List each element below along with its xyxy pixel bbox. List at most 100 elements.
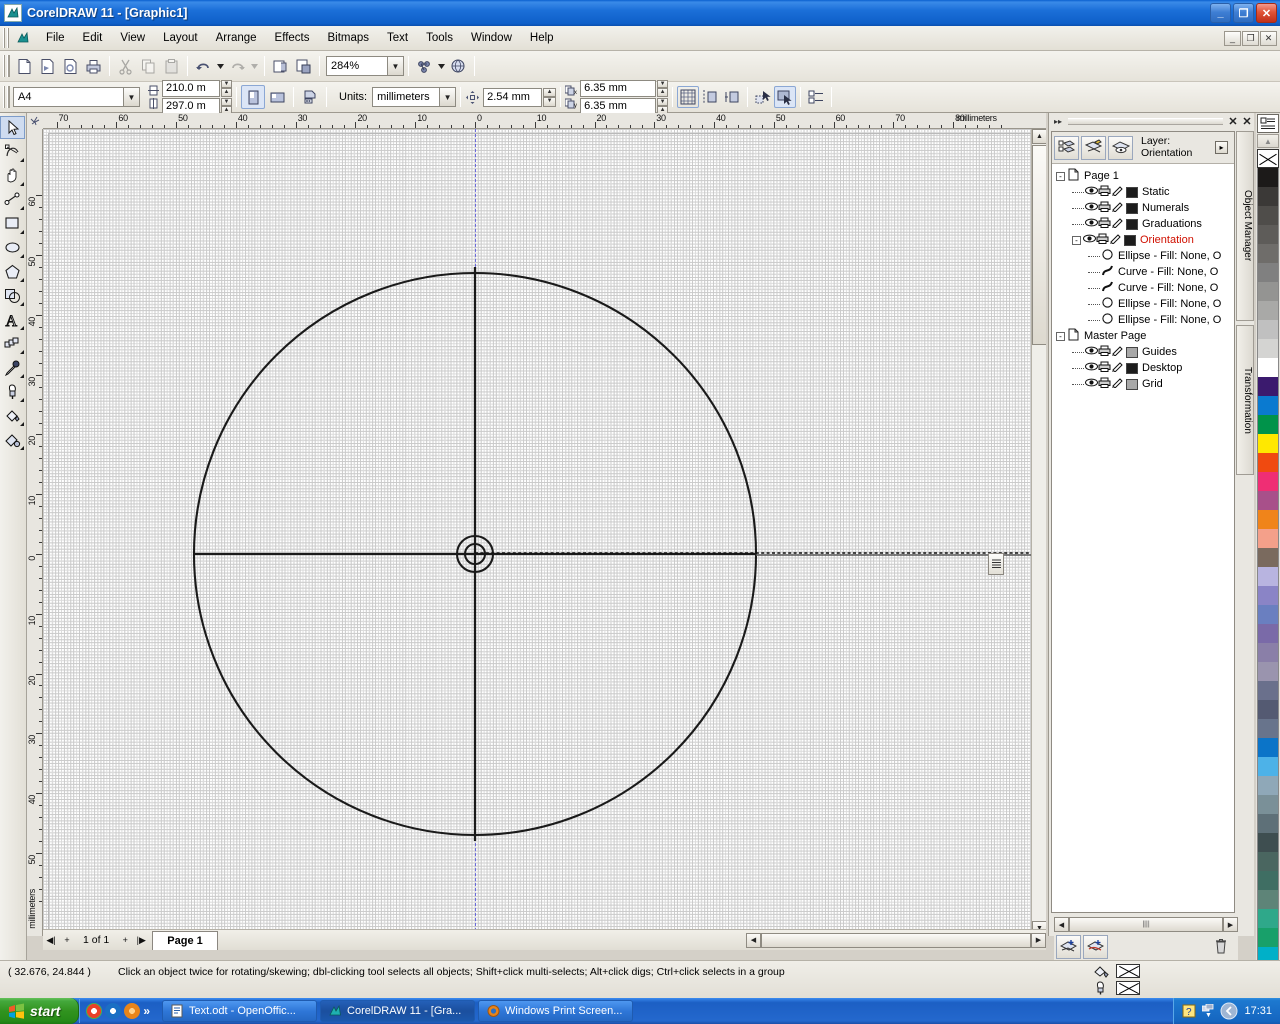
palette-color-swatch[interactable] <box>1257 453 1279 472</box>
palette-color-swatch[interactable] <box>1257 605 1279 624</box>
taskbar-item-text-odt[interactable]: Text.odt - OpenOffic... <box>162 1000 317 1022</box>
paper-width-spinner[interactable]: ▼▲ <box>221 80 232 97</box>
palette-color-swatch[interactable] <box>1257 586 1279 605</box>
units-combo[interactable]: millimeters ▼ <box>372 87 456 107</box>
network-tray-icon[interactable]: ▼ <box>1202 1004 1214 1019</box>
paste-button[interactable] <box>160 55 183 78</box>
insert-page-after-button[interactable]: + <box>117 933 133 948</box>
layer-editable-icon[interactable] <box>1109 233 1122 247</box>
delete-layer-button[interactable] <box>1214 938 1228 957</box>
layer-editable-icon[interactable] <box>1111 217 1124 231</box>
docker-tab-transformation[interactable]: Transformation <box>1236 325 1254 475</box>
horizontal-ruler[interactable]: 7060504030201001020304050607080millimete… <box>27 113 1046 129</box>
firefox-quicklaunch-icon[interactable] <box>124 1003 140 1019</box>
menu-item-window[interactable]: Window <box>462 29 521 47</box>
corel-online-button[interactable] <box>447 55 470 78</box>
layer-color-swatch[interactable] <box>1126 219 1138 230</box>
eyedropper-tool-flyout-arrow[interactable] <box>20 374 24 378</box>
layer-visible-icon[interactable] <box>1083 233 1096 247</box>
taskbar-item-print-screen[interactable]: Windows Print Screen... <box>478 1000 633 1022</box>
palette-color-swatch[interactable] <box>1257 187 1279 206</box>
import-button[interactable] <box>269 55 292 78</box>
ellipse-tool[interactable] <box>0 236 25 259</box>
shape-tool-flyout-arrow[interactable] <box>20 158 24 162</box>
palette-color-swatch[interactable] <box>1257 719 1279 738</box>
docker-tab-object-manager[interactable]: Object Manager <box>1236 131 1254 321</box>
interactive-blend-tool[interactable] <box>0 332 25 355</box>
palette-color-swatch[interactable] <box>1257 320 1279 339</box>
insert-page-before-button[interactable]: + <box>59 933 75 948</box>
tree-expander[interactable]: - <box>1072 236 1081 245</box>
docker-close-button[interactable]: ✕ <box>1240 115 1254 129</box>
rectangle-tool-flyout-arrow[interactable] <box>20 230 24 234</box>
polygon-tool-flyout-arrow[interactable] <box>20 278 24 282</box>
document-close-button[interactable]: ✕ <box>1260 31 1277 46</box>
help-tray-icon[interactable]: ? <box>1182 1004 1196 1018</box>
menu-item-help[interactable]: Help <box>521 29 563 47</box>
layer-visible-icon[interactable] <box>1085 217 1098 231</box>
menu-item-effects[interactable]: Effects <box>266 29 319 47</box>
basic-shapes-tool-flyout-arrow[interactable] <box>20 302 24 306</box>
layer-manager-view-button[interactable] <box>1108 136 1133 160</box>
palette-color-swatch[interactable] <box>1257 510 1279 529</box>
object-manager-row[interactable]: Ellipse - Fill: None, O <box>1056 312 1234 328</box>
taskbar-item-coreldraw[interactable]: CorelDRAW 11 - [Gra... <box>320 1000 475 1022</box>
layer-editable-icon[interactable] <box>1111 201 1124 215</box>
new-layer-foot-button[interactable] <box>1056 935 1081 959</box>
shape-tool[interactable] <box>0 140 25 163</box>
landscape-orientation-button[interactable] <box>265 85 289 109</box>
open-document-button[interactable] <box>36 55 59 78</box>
object-manager-row[interactable]: -Page 1 <box>1056 168 1234 184</box>
eyedropper-tool[interactable] <box>0 356 25 379</box>
dynamic-guides-button[interactable] <box>774 86 796 108</box>
palette-swatch-list[interactable] <box>1256 168 1280 1004</box>
fill-tool-flyout-arrow[interactable] <box>20 422 24 426</box>
docker-scroll-right-button[interactable]: ▶ <box>1223 917 1238 932</box>
ellipse-tool-flyout-arrow[interactable] <box>20 254 24 258</box>
object-manager-row[interactable]: Numerals <box>1056 200 1234 216</box>
object-manager-row[interactable]: -Master Page <box>1056 328 1234 344</box>
layer-printable-icon[interactable] <box>1098 345 1111 359</box>
palette-color-swatch[interactable] <box>1257 909 1279 928</box>
toggle-snap-objects-button[interactable] <box>721 86 743 108</box>
palette-color-swatch[interactable] <box>1257 776 1279 795</box>
docker-options-button[interactable]: ▸ <box>1215 141 1228 154</box>
freehand-tool-flyout-arrow[interactable] <box>20 206 24 210</box>
object-manager-row[interactable]: Grid <box>1056 376 1234 392</box>
layer-color-swatch[interactable] <box>1126 347 1138 358</box>
palette-color-swatch[interactable] <box>1257 358 1279 377</box>
first-page-button[interactable]: ◀| <box>43 933 59 948</box>
palette-color-swatch[interactable] <box>1257 225 1279 244</box>
menu-item-bitmaps[interactable]: Bitmaps <box>318 29 378 47</box>
copy-button[interactable] <box>137 55 160 78</box>
duplicate-x-spinner[interactable]: ▼▲ <box>657 80 668 97</box>
layer-printable-icon[interactable] <box>1098 217 1111 231</box>
treat-as-filled-button[interactable] <box>752 86 774 108</box>
window-close-button[interactable]: ✕ <box>1256 3 1277 23</box>
polygon-tool[interactable] <box>0 260 25 283</box>
palette-color-swatch[interactable] <box>1257 681 1279 700</box>
palette-color-swatch[interactable] <box>1257 871 1279 890</box>
layer-color-swatch[interactable] <box>1126 203 1138 214</box>
duplicate-y-spinner[interactable]: ▼▲ <box>657 98 668 115</box>
object-manager-row[interactable]: Ellipse - Fill: None, O <box>1056 248 1234 264</box>
menu-item-file[interactable]: File <box>37 29 74 47</box>
interactive-fill-tool-flyout-arrow[interactable] <box>20 446 24 450</box>
layer-printable-icon[interactable] <box>1098 201 1111 215</box>
palette-color-swatch[interactable] <box>1257 624 1279 643</box>
duplicate-x-field[interactable]: 6.35 mm <box>580 80 656 97</box>
start-button[interactable]: start <box>0 998 79 1024</box>
layer-visible-icon[interactable] <box>1085 345 1098 359</box>
cut-button[interactable] <box>114 55 137 78</box>
palette-color-swatch[interactable] <box>1257 415 1279 434</box>
object-manager-row[interactable]: Ellipse - Fill: None, O <box>1056 296 1234 312</box>
window-restore-button[interactable]: ❐ <box>1233 3 1254 23</box>
fill-tool[interactable] <box>0 404 25 427</box>
layer-printable-icon[interactable] <box>1098 377 1111 391</box>
artwork-orientation-layer[interactable] <box>43 129 1046 936</box>
scroll-thumb-horizontal[interactable] <box>761 933 1031 948</box>
layer-printable-icon[interactable] <box>1098 185 1111 199</box>
palette-color-swatch[interactable] <box>1257 795 1279 814</box>
portrait-orientation-button[interactable] <box>241 85 265 109</box>
menu-item-layout[interactable]: Layout <box>154 29 207 47</box>
